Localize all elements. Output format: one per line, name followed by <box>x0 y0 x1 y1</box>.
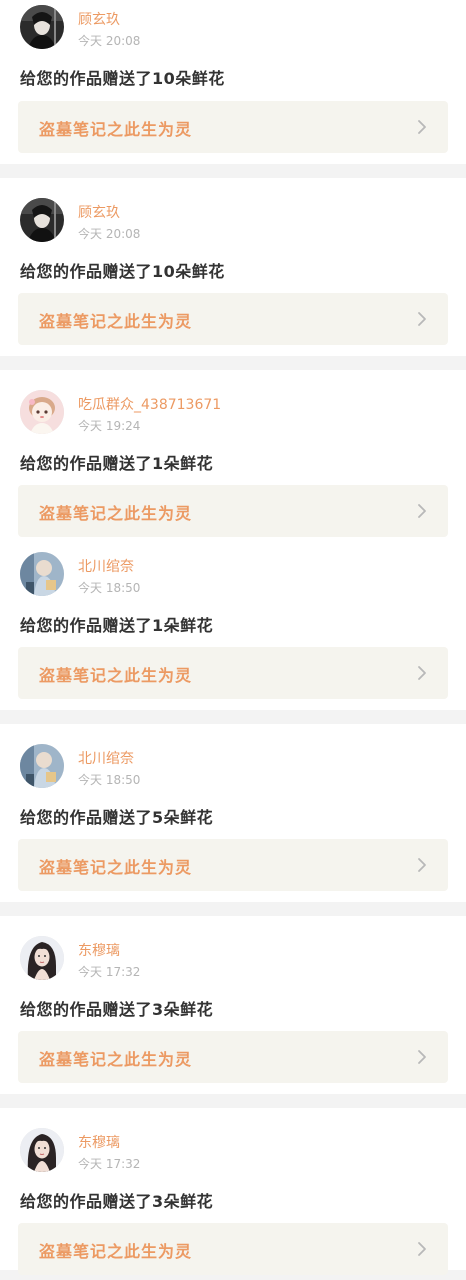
separator <box>0 902 466 916</box>
timestamp: 今天 19:24 <box>78 419 141 433</box>
pink-doll-avatar[interactable] <box>20 390 64 434</box>
work-link[interactable]: 盗墓笔记之此生为灵 <box>18 839 448 891</box>
username[interactable]: 吃瓜群众_438713671 <box>78 394 221 414</box>
chevron-right-icon <box>414 311 430 327</box>
work-link[interactable]: 盗墓笔记之此生为灵 <box>18 101 448 153</box>
chevron-right-icon <box>414 119 430 135</box>
notification-card: 北川绾奈 今天 18:50 给您的作品赠送了5朵鲜花 盗墓笔记之此生为灵 <box>0 724 466 902</box>
separator <box>0 356 466 370</box>
notification-card: 东穆璃 今天 17:32 给您的作品赠送了3朵鲜花 盗墓笔记之此生为灵 <box>0 1108 466 1275</box>
timestamp: 今天 20:08 <box>78 34 141 48</box>
chevron-right-icon <box>414 857 430 873</box>
gift-message: 给您的作品赠送了3朵鲜花 <box>20 1192 214 1211</box>
chevron-right-icon <box>414 1049 430 1065</box>
chevron-right-icon <box>414 1241 430 1257</box>
work-link[interactable]: 盗墓笔记之此生为灵 <box>18 293 448 345</box>
username[interactable]: 顾玄玖 <box>78 202 120 222</box>
girl-portrait-avatar[interactable] <box>20 936 64 980</box>
timestamp: 今天 20:08 <box>78 227 141 241</box>
separator <box>0 1094 466 1108</box>
work-link[interactable]: 盗墓笔记之此生为灵 <box>18 647 448 699</box>
notification-feed: 顾玄玖 今天 20:08 给您的作品赠送了10朵鲜花 盗墓笔记之此生为灵 顾玄玖… <box>0 0 466 1275</box>
work-link[interactable]: 盗墓笔记之此生为灵 <box>18 485 448 537</box>
notification-card: 顾玄玖 今天 20:08 给您的作品赠送了10朵鲜花 盗墓笔记之此生为灵 <box>0 178 466 356</box>
username[interactable]: 东穆璃 <box>78 940 120 960</box>
username[interactable]: 东穆璃 <box>78 1132 120 1152</box>
gift-message: 给您的作品赠送了1朵鲜花 <box>20 616 214 635</box>
work-title: 盗墓笔记之此生为灵 <box>39 858 193 877</box>
gift-message: 给您的作品赠送了10朵鲜花 <box>20 69 225 88</box>
gift-message: 给您的作品赠送了5朵鲜花 <box>20 808 214 827</box>
username[interactable]: 北川绾奈 <box>78 748 134 768</box>
blue-figure-avatar[interactable] <box>20 552 64 596</box>
notification-card: 顾玄玖 今天 20:08 给您的作品赠送了10朵鲜花 盗墓笔记之此生为灵 <box>0 0 466 164</box>
work-link[interactable]: 盗墓笔记之此生为灵 <box>18 1031 448 1083</box>
work-title: 盗墓笔记之此生为灵 <box>39 120 193 139</box>
gift-message: 给您的作品赠送了10朵鲜花 <box>20 262 225 281</box>
dark-portrait-avatar[interactable] <box>20 198 64 242</box>
work-title: 盗墓笔记之此生为灵 <box>39 666 193 685</box>
username[interactable]: 北川绾奈 <box>78 556 134 576</box>
separator <box>0 710 466 724</box>
timestamp: 今天 17:32 <box>78 965 141 979</box>
work-title: 盗墓笔记之此生为灵 <box>39 312 193 331</box>
work-title: 盗墓笔记之此生为灵 <box>39 1050 193 1069</box>
timestamp: 今天 18:50 <box>78 773 141 787</box>
timestamp: 今天 17:32 <box>78 1157 141 1171</box>
notification-card: 东穆璃 今天 17:32 给您的作品赠送了3朵鲜花 盗墓笔记之此生为灵 <box>0 916 466 1094</box>
chevron-right-icon <box>414 665 430 681</box>
gift-message: 给您的作品赠送了3朵鲜花 <box>20 1000 214 1019</box>
notification-card: 吃瓜群众_438713671 今天 19:24 给您的作品赠送了1朵鲜花 盗墓笔… <box>0 370 466 710</box>
dark-portrait-avatar[interactable] <box>20 5 64 49</box>
work-link[interactable]: 盗墓笔记之此生为灵 <box>18 1223 448 1275</box>
chevron-right-icon <box>414 503 430 519</box>
gift-message: 给您的作品赠送了1朵鲜花 <box>20 454 214 473</box>
work-title: 盗墓笔记之此生为灵 <box>39 1242 193 1261</box>
blue-figure-avatar[interactable] <box>20 744 64 788</box>
work-title: 盗墓笔记之此生为灵 <box>39 504 193 523</box>
username[interactable]: 顾玄玖 <box>78 9 120 29</box>
girl-portrait-avatar[interactable] <box>20 1128 64 1172</box>
timestamp: 今天 18:50 <box>78 581 141 595</box>
separator <box>0 164 466 178</box>
